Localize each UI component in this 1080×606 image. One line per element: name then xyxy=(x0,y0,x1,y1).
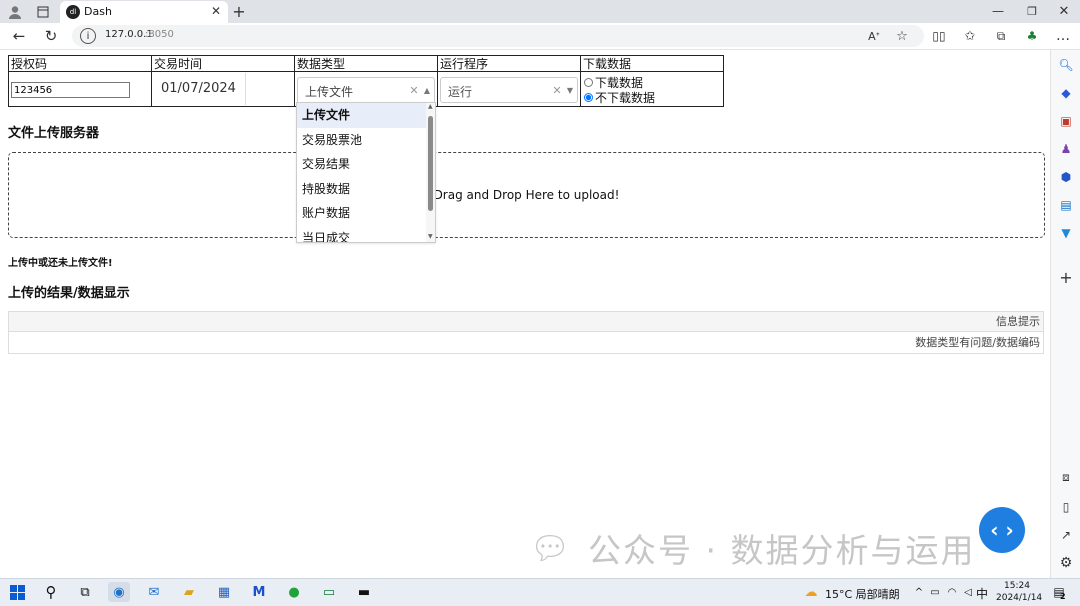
dropzone-text: Drag and Drop Here to upload! xyxy=(433,188,620,202)
plus-icon[interactable]: + xyxy=(230,2,248,21)
profile-icon[interactable] xyxy=(6,3,24,20)
maximize-icon[interactable]: ❐ xyxy=(1022,2,1042,20)
upload-status: 上传中或还未上传文件! xyxy=(8,258,113,269)
terminal-green-icon[interactable]: ▭ xyxy=(318,582,340,602)
outlook-icon[interactable]: ▤ xyxy=(1057,196,1075,214)
data-type-menu: 上传文件 交易股票池 交易结果 持股数据 账户数据 当日成交 ▲ ▼ xyxy=(296,102,436,243)
folder-icon[interactable]: ▰ xyxy=(178,582,200,602)
menu-option[interactable]: 交易结果 xyxy=(297,152,435,177)
cmd-icon[interactable]: ▬ xyxy=(353,582,375,602)
collections-icon[interactable]: ⧉ xyxy=(992,27,1010,45)
wechat-watermark-icon: 💬︎ xyxy=(529,529,571,567)
results-section-title: 上传的结果/数据显示 xyxy=(8,286,130,301)
settings-icon[interactable]: ⚙ xyxy=(1057,554,1075,572)
more-icon[interactable]: … xyxy=(1054,27,1072,45)
chevron-down-icon[interactable]: ▼ xyxy=(565,84,575,96)
date-picker[interactable]: 01/07/2024 xyxy=(152,73,246,105)
watermark: 公众号 · 数据分析与运用 xyxy=(588,531,976,570)
results-table-row: 数据类型有问题/数据编码 xyxy=(8,332,1044,354)
games-icon[interactable]: ♟ xyxy=(1057,140,1075,158)
edge-taskbar-icon[interactable]: ◉ xyxy=(108,582,130,602)
page-content: 授权码 交易时间 数据类型 运行程序 下载数据 01/07/2024 上传文件 … xyxy=(0,50,1050,578)
favorites-icon[interactable]: ✩ xyxy=(961,27,979,45)
reload-icon[interactable]: ↻ xyxy=(42,27,60,45)
dev-tools-button[interactable]: ‹ › xyxy=(979,507,1025,553)
menu-option[interactable]: 账户数据 xyxy=(297,201,435,226)
info-icon[interactable]: i xyxy=(80,28,96,44)
cell-auth-code xyxy=(8,71,152,107)
task-view-icon[interactable]: ⧉ xyxy=(74,582,96,602)
notification-icon[interactable]: ▤ xyxy=(1048,582,1070,602)
scroll-down-icon[interactable]: ▼ xyxy=(428,233,433,240)
dash-logo-icon: dl xyxy=(66,5,80,19)
store-icon[interactable]: ▦ xyxy=(213,582,235,602)
menu-option[interactable]: 上传文件 xyxy=(297,103,435,128)
favorite-icon[interactable]: ☆ xyxy=(894,28,910,44)
chevron-up-icon[interactable]: ▲ xyxy=(422,84,432,96)
clock-date[interactable]: 2024/1/14 xyxy=(996,593,1042,603)
add-icon[interactable]: + xyxy=(1057,268,1075,287)
header-trade-time: 交易时间 xyxy=(151,55,295,72)
weather-text[interactable]: 15°C 局部晴朗 xyxy=(825,586,900,602)
tab-title: Dash xyxy=(84,5,112,18)
address-bar[interactable]: i 127.0.0.1 :8050 Aᐩ ☆ xyxy=(72,25,924,47)
edge-sidebar: 🔍︎ ◆ ▣ ♟ ⬢ ▤ ▼ + ⧈ ▯ ↗ ⚙ xyxy=(1050,50,1080,578)
tab-actions-icon[interactable] xyxy=(34,3,52,20)
upload-dropzone[interactable]: Drag and Drop Here to upload! xyxy=(8,152,1045,238)
data-type-selected: 上传文件 xyxy=(305,85,354,99)
weather-icon: ☁ xyxy=(804,584,818,600)
scrollbar-thumb[interactable] xyxy=(428,116,433,211)
shopping-icon[interactable]: ◆ xyxy=(1057,84,1075,102)
header-run-program: 运行程序 xyxy=(437,55,581,72)
split-icon[interactable]: ▯▯ xyxy=(930,27,948,45)
header-auth-code: 授权码 xyxy=(8,55,152,72)
controls-table: 授权码 交易时间 数据类型 运行程序 下载数据 01/07/2024 上传文件 … xyxy=(8,55,724,107)
sidebar-toggle-icon[interactable]: ▯ xyxy=(1057,498,1075,516)
minimize-icon[interactable]: — xyxy=(988,2,1008,20)
window-close-icon[interactable]: ✕ xyxy=(1054,2,1074,20)
search-icon[interactable]: 🔍︎ xyxy=(1057,56,1075,74)
cell-trade-time: 01/07/2024 xyxy=(151,71,295,107)
header-data-type: 数据类型 xyxy=(294,55,438,72)
run-program-selected: 运行 xyxy=(448,85,473,99)
upload-section-title: 文件上传服务器 xyxy=(8,126,100,141)
mail-icon[interactable]: ✉ xyxy=(143,582,165,602)
download-option-no[interactable]: 不下载数据 xyxy=(584,89,655,106)
tools-icon[interactable]: ▣ xyxy=(1057,112,1075,130)
url-port: :8050 xyxy=(145,29,174,40)
scroll-up-icon[interactable]: ▲ xyxy=(428,103,433,110)
designer-icon[interactable]: ▼ xyxy=(1057,224,1075,242)
notification-count: 2 xyxy=(1060,592,1066,601)
data-type-dropdown[interactable]: 上传文件 ✕ ▲ xyxy=(297,77,435,103)
wechat-icon[interactable]: ● xyxy=(283,582,305,602)
menu-option[interactable]: 持股数据 xyxy=(297,177,435,202)
header-download: 下载数据 xyxy=(580,55,724,72)
cell-run-program: 运行 ✕ ▼ xyxy=(437,71,581,107)
back-icon[interactable]: ← xyxy=(10,27,28,45)
extension-icon[interactable]: ♣ xyxy=(1023,27,1041,45)
office-icon[interactable]: ⬢ xyxy=(1057,168,1075,186)
clear-icon[interactable]: ✕ xyxy=(551,83,563,97)
close-icon[interactable]: ✕ xyxy=(208,3,224,19)
menu-option[interactable]: 交易股票池 xyxy=(297,128,435,153)
results-table-header: 信息提示 xyxy=(8,311,1044,332)
screenshot-icon[interactable]: ⧈ xyxy=(1057,468,1075,486)
open-external-icon[interactable]: ↗ xyxy=(1057,526,1075,544)
cell-download: 下载数据 不下载数据 xyxy=(580,71,724,107)
app-m-icon[interactable]: M xyxy=(248,582,270,602)
auth-code-input[interactable] xyxy=(11,82,130,98)
browser-tab[interactable]: dl Dash ✕ xyxy=(60,1,228,23)
run-program-dropdown[interactable]: 运行 ✕ ▼ xyxy=(440,77,578,103)
ime-indicator[interactable]: 中 xyxy=(976,585,988,602)
clock-time[interactable]: 15:24 xyxy=(1004,581,1030,591)
windows-icon[interactable] xyxy=(6,582,28,602)
download-radio-yes[interactable] xyxy=(584,78,593,87)
menu-option[interactable]: 当日成交 xyxy=(297,226,435,243)
download-radio-no[interactable] xyxy=(584,93,593,102)
clear-icon[interactable]: ✕ xyxy=(408,83,420,97)
read-aloud-icon[interactable]: Aᐩ xyxy=(866,28,882,44)
menu-scrollbar[interactable]: ▲ ▼ xyxy=(426,103,435,242)
taskbar-search-icon[interactable]: ⚲ xyxy=(40,582,62,602)
